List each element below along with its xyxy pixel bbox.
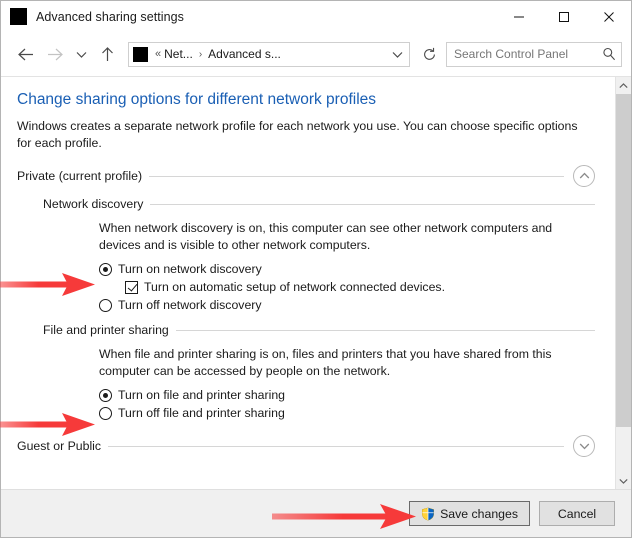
scroll-down-icon[interactable]	[616, 472, 631, 489]
option-label-turn-off-network-discovery: Turn off network discovery	[118, 298, 262, 312]
maximize-button[interactable]	[541, 1, 586, 32]
content-area: Change sharing options for different net…	[1, 76, 631, 489]
breadcrumb-overflow-icon[interactable]: «	[155, 48, 161, 60]
cancel-button[interactable]: Cancel	[539, 501, 615, 526]
address-bar-icon	[133, 46, 148, 62]
scrollbar-track[interactable]	[616, 94, 631, 472]
option-label-turn-off-file-printer-sharing: Turn off file and printer sharing	[118, 406, 285, 420]
scrollbar-thumb[interactable]	[616, 94, 631, 427]
option-label-turn-on-file-printer-sharing: Turn on file and printer sharing	[118, 388, 286, 402]
page-intro-text: Windows creates a separate network profi…	[17, 119, 578, 150]
minimize-button[interactable]	[496, 1, 541, 32]
section-description-file-printer-sharing: When file and printer sharing is on, fil…	[99, 347, 552, 378]
chevron-down-icon[interactable]	[573, 435, 595, 457]
settings-pane: Change sharing options for different net…	[1, 77, 615, 489]
section-file-printer-sharing: File and printer sharing When file and p…	[43, 323, 595, 421]
search-icon[interactable]	[602, 47, 616, 61]
window-app-icon	[10, 8, 27, 25]
section-body-file-printer-sharing: When file and printer sharing is on, fil…	[43, 346, 595, 421]
option-label-turn-on-network-discovery: Turn on network discovery	[118, 262, 262, 276]
section-header-file-printer-sharing: File and printer sharing	[43, 323, 595, 337]
radio-icon-turn-off-file-printer-sharing[interactable]	[99, 407, 112, 420]
breadcrumb-separator-icon: ›	[198, 48, 203, 60]
section-rule-network-discovery	[150, 203, 595, 205]
cancel-label: Cancel	[557, 506, 597, 521]
save-changes-label: Save changes	[440, 506, 518, 521]
profile-header-private[interactable]: Private (current profile)	[17, 165, 595, 187]
section-network-discovery: Network discovery When network discovery…	[43, 197, 595, 313]
section-title-network-discovery: Network discovery	[43, 197, 144, 211]
option-turn-on-network-discovery[interactable]: Turn on network discovery	[99, 261, 595, 277]
uac-shield-icon	[421, 507, 435, 521]
breadcrumb-segment-network[interactable]: Net...	[164, 47, 193, 61]
profile-group-private: Private (current profile) Network discov…	[17, 165, 595, 421]
save-changes-button[interactable]: Save changes	[409, 501, 530, 526]
profile-rule-guest-public	[108, 445, 564, 447]
profile-group-guest-public: Guest or Public	[17, 435, 595, 457]
dialog-footer: Save changes Cancel	[1, 489, 631, 537]
option-automatic-setup-devices[interactable]: Turn on automatic setup of network conne…	[99, 279, 595, 295]
option-turn-off-file-printer-sharing[interactable]: Turn off file and printer sharing	[99, 405, 595, 421]
address-bar[interactable]: « Net... › Advanced s...	[128, 41, 410, 67]
radio-icon-turn-on-network-discovery[interactable]	[99, 263, 112, 276]
search-box[interactable]: Search Control Panel	[446, 41, 622, 67]
profile-name-private: Private (current profile)	[17, 169, 143, 183]
title-bar: Advanced sharing settings	[1, 1, 631, 32]
refresh-icon[interactable]	[416, 42, 442, 67]
forward-icon[interactable]	[40, 39, 70, 69]
profile-body-private: Network discovery When network discovery…	[17, 197, 595, 421]
recent-locations-chevron-down-icon[interactable]	[70, 39, 92, 69]
close-button[interactable]	[586, 1, 631, 32]
section-rule-file-printer-sharing	[175, 329, 595, 331]
up-one-level-icon[interactable]	[92, 39, 122, 69]
option-turn-on-file-printer-sharing[interactable]: Turn on file and printer sharing	[99, 387, 595, 403]
section-title-file-printer-sharing: File and printer sharing	[43, 323, 169, 337]
section-header-network-discovery: Network discovery	[43, 197, 595, 211]
section-description-network-discovery: When network discovery is on, this compu…	[99, 221, 553, 252]
scroll-up-icon[interactable]	[616, 77, 631, 94]
breadcrumb-segment-advanced-sharing[interactable]: Advanced s...	[208, 47, 281, 61]
profile-header-guest-public[interactable]: Guest or Public	[17, 435, 595, 457]
profile-name-guest-public: Guest or Public	[17, 439, 102, 453]
advanced-sharing-settings-window: Advanced sharing settings « Net... › Adv…	[0, 0, 632, 538]
checkbox-icon-automatic-setup-devices[interactable]	[125, 281, 138, 294]
navigation-bar: « Net... › Advanced s... Search Control …	[1, 32, 631, 76]
address-dropdown-chevron-down-icon[interactable]	[387, 50, 407, 59]
option-label-automatic-setup-devices: Turn on automatic setup of network conne…	[144, 280, 445, 294]
section-body-network-discovery: When network discovery is on, this compu…	[43, 220, 595, 313]
profile-rule-private	[149, 175, 564, 177]
window-title: Advanced sharing settings	[36, 9, 184, 24]
radio-icon-turn-off-network-discovery[interactable]	[99, 299, 112, 312]
vertical-scrollbar[interactable]	[615, 77, 631, 489]
back-icon[interactable]	[10, 39, 40, 69]
radio-icon-turn-on-file-printer-sharing[interactable]	[99, 389, 112, 402]
window-controls	[496, 1, 631, 32]
chevron-up-icon[interactable]	[573, 165, 595, 187]
option-turn-off-network-discovery[interactable]: Turn off network discovery	[99, 297, 595, 313]
page-title: Change sharing options for different net…	[17, 91, 377, 108]
search-input[interactable]: Search Control Panel	[454, 47, 602, 61]
